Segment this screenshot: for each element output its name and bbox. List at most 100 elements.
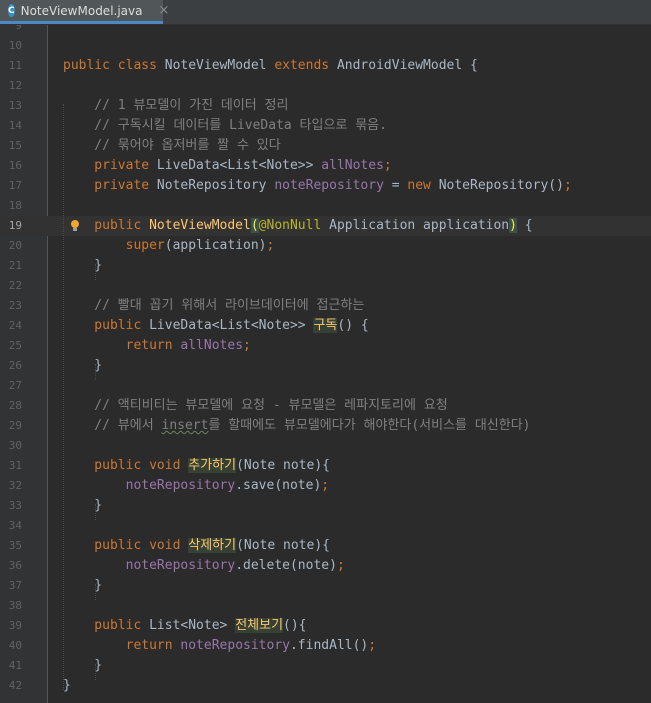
- code-line-37[interactable]: 37 }: [0, 576, 651, 596]
- code-line-12[interactable]: 12: [0, 76, 651, 96]
- code-line-31[interactable]: 31 public void 추가하기(Note note){: [0, 456, 651, 476]
- code-line-26[interactable]: 26 }: [0, 356, 651, 376]
- code-line-15[interactable]: 15 // 묶어야 옵저버를 짤 수 있다: [0, 136, 651, 156]
- code-line-24[interactable]: 24 public LiveData<List<Note>> 구독() {: [0, 316, 651, 336]
- code-token: List<Note>: [149, 618, 236, 633]
- line-number: 10: [8, 39, 22, 52]
- code-text[interactable]: // 묶어야 옵저버를 짤 수 있다: [63, 136, 280, 156]
- line-number: 13: [8, 99, 22, 112]
- code-line-32[interactable]: 32 noteRepository.save(note);: [0, 476, 651, 496]
- code-line-14[interactable]: 14 // 구독시킬 데이터를 LiveData 타입으로 묶음.: [0, 116, 651, 136]
- line-number: 19: [8, 219, 22, 232]
- code-text[interactable]: }: [63, 576, 102, 596]
- tab-noteviewmodel-java[interactable]: C NoteViewModel.java ×: [0, 0, 169, 24]
- code-line-39[interactable]: 39 public List<Note> 전체보기(){: [0, 616, 651, 636]
- code-token: return: [63, 338, 181, 353]
- code-line-29[interactable]: 29 // 뷰에서 insert를 할때에도 뷰모델에다가 해야한다(서비스를 …: [0, 416, 651, 436]
- code-line-13[interactable]: 13 // 1 뷰모델이 가진 데이터 정리: [0, 96, 651, 116]
- line-number: 37: [8, 579, 22, 592]
- code-line-19[interactable]: 19 public NoteViewModel(@NonNull Applica…: [0, 216, 651, 236]
- code-text[interactable]: public void 삭제하기(Note note){: [63, 536, 330, 556]
- code-line-10[interactable]: 10: [0, 36, 651, 56]
- code-line-42[interactable]: 42}: [0, 676, 651, 696]
- code-token: noteRepository: [63, 558, 236, 573]
- code-text[interactable]: public NoteViewModel(@NonNull Applicatio…: [63, 216, 533, 236]
- code-text[interactable]: private NoteRepository noteRepository = …: [63, 176, 571, 196]
- code-text[interactable]: // 빨대 꼽기 위해서 라이브데이터에 접근하는: [63, 296, 364, 316]
- code-line-41[interactable]: 41 }: [0, 656, 651, 676]
- code-text[interactable]: // 액티비티는 뷰모델에 요청 - 뷰모델은 레파지토리에 요청: [63, 396, 447, 416]
- code-text[interactable]: }: [63, 256, 102, 276]
- code-text[interactable]: }: [63, 656, 102, 676]
- code-line-27[interactable]: 27: [0, 376, 651, 396]
- code-line-33[interactable]: 33 }: [0, 496, 651, 516]
- code-text[interactable]: public void 추가하기(Note note){: [63, 456, 330, 476]
- code-text[interactable]: super(application);: [63, 236, 275, 256]
- code-token: ;: [266, 238, 275, 253]
- lightbulb-glass: [71, 220, 79, 228]
- code-token: ;: [383, 158, 392, 173]
- code-text[interactable]: noteRepository.delete(note);: [63, 556, 345, 576]
- code-line-17[interactable]: 17 private NoteRepository noteRepository…: [0, 176, 651, 196]
- code-line-22[interactable]: 22: [0, 276, 651, 296]
- code-text[interactable]: return noteRepository.findAll();: [63, 636, 376, 656]
- code-text[interactable]: public class NoteViewModel extends Andro…: [63, 56, 478, 76]
- code-line-25[interactable]: 25 return allNotes;: [0, 336, 651, 356]
- line-number: 22: [8, 279, 22, 292]
- code-text[interactable]: public List<Note> 전체보기(){: [63, 616, 307, 636]
- code-token: public void: [63, 538, 189, 553]
- code-editor[interactable]: 9 10 11 public class NoteViewModel extends …: [0, 18, 651, 703]
- code-line-20[interactable]: 20 super(application);: [0, 236, 651, 256]
- code-line-16[interactable]: 16 private LiveData<List<Note>> allNotes…: [0, 156, 651, 176]
- line-number: 35: [8, 539, 22, 552]
- code-text[interactable]: }: [63, 496, 102, 516]
- close-icon[interactable]: ×: [158, 3, 169, 18]
- line-number: 18: [8, 199, 22, 212]
- code-line-21[interactable]: 21 }: [0, 256, 651, 276]
- code-token: // 1 뷰모델이 가진 데이터 정리: [63, 98, 289, 113]
- code-token: 추가하기: [188, 458, 237, 473]
- line-number: 38: [8, 599, 22, 612]
- code-line-35[interactable]: 35 public void 삭제하기(Note note){: [0, 536, 651, 556]
- code-text[interactable]: public LiveData<List<Note>> 구독() {: [63, 316, 369, 336]
- code-line-30[interactable]: 30: [0, 436, 651, 456]
- lightbulb-icon[interactable]: [70, 220, 80, 234]
- code-token: {: [516, 218, 533, 233]
- line-number: 25: [8, 339, 22, 352]
- code-text[interactable]: private LiveData<List<Note>> allNotes;: [63, 156, 392, 176]
- code-text[interactable]: }: [63, 356, 102, 376]
- line-number: 12: [8, 79, 22, 92]
- code-line-36[interactable]: 36 noteRepository.delete(note);: [0, 556, 651, 576]
- tab-label: NoteViewModel.java: [20, 3, 143, 18]
- code-token: }: [63, 498, 103, 513]
- line-number: 41: [8, 659, 22, 672]
- code-line-40[interactable]: 40 return noteRepository.findAll();: [0, 636, 651, 656]
- code-token: (: [250, 218, 259, 233]
- code-text[interactable]: return allNotes;: [63, 336, 251, 356]
- code-line-28[interactable]: 28 // 액티비티는 뷰모델에 요청 - 뷰모델은 레파지토리에 요청: [0, 396, 651, 416]
- code-text[interactable]: // 구독시킬 데이터를 LiveData 타입으로 묶음.: [63, 116, 387, 136]
- code-token: allNotes: [180, 338, 244, 353]
- code-token: (Note note){: [236, 538, 330, 553]
- code-token: // 뷰에서: [63, 418, 162, 433]
- code-line-34[interactable]: 34: [0, 516, 651, 536]
- code-token: }: [63, 658, 103, 673]
- code-line-38[interactable]: 38: [0, 596, 651, 616]
- code-line-11[interactable]: 11 public class NoteViewModel extends And…: [0, 56, 651, 76]
- code-token: 를 할때에도 뷰모델에다가 해야한다(서비스를 대신한다): [208, 418, 531, 433]
- code-token: allNotes: [321, 158, 384, 173]
- editor-tab-bar: C NoteViewModel.java ×: [0, 0, 651, 25]
- code-text[interactable]: // 뷰에서 insert를 할때에도 뷰모델에다가 해야한다(서비스를 대신한…: [63, 416, 531, 436]
- code-text[interactable]: // 1 뷰모델이 가진 데이터 정리: [63, 96, 288, 116]
- code-token: 구독: [313, 318, 338, 333]
- code-line-23[interactable]: 23 // 빨대 꼽기 위해서 라이브데이터에 접근하는: [0, 296, 651, 316]
- code-text[interactable]: }: [63, 676, 71, 696]
- line-number: 26: [8, 359, 22, 372]
- line-number: 40: [8, 639, 22, 652]
- code-text[interactable]: noteRepository.save(note);: [63, 476, 330, 496]
- code-token: private: [63, 158, 157, 173]
- code-token: NoteViewModel: [149, 218, 251, 233]
- code-token: .findAll(): [289, 638, 369, 653]
- code-line-18[interactable]: 18: [0, 196, 651, 216]
- line-number: 27: [8, 379, 22, 392]
